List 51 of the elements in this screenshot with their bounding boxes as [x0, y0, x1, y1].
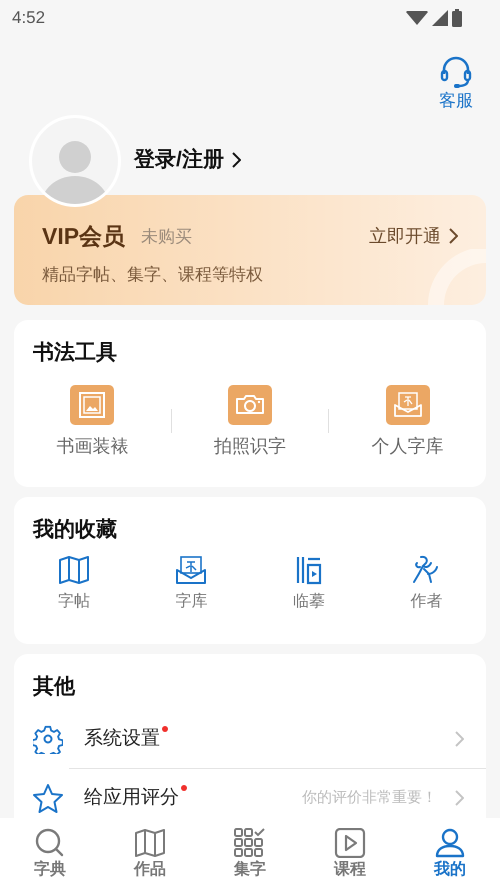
tool-item[interactable]: 拍照识字 — [172, 385, 328, 460]
tab-bar-item[interactable]: 我的 — [400, 828, 500, 889]
favorite-item[interactable]: 字帖 — [15, 554, 132, 614]
section-title: 书法工具 — [32, 340, 118, 366]
font-library-icon — [386, 385, 430, 425]
settings-row[interactable]: 给应用评分 你的评价非常重要！ — [14, 769, 486, 818]
grid-check-icon — [234, 828, 266, 858]
battery-icon — [452, 8, 462, 26]
play-icon — [334, 828, 366, 858]
row-hint: 你的评价非常重要！ — [302, 788, 437, 808]
person-icon — [435, 828, 465, 858]
row-label: 系统设置 — [84, 726, 160, 751]
search-icon — [35, 828, 65, 858]
favorite-item[interactable]: 作者 — [368, 554, 485, 614]
vip-status: 未购买 — [141, 226, 192, 248]
favorite-item[interactable]: 临摹 — [250, 554, 368, 614]
tool-item[interactable]: 书画装裱 — [14, 385, 171, 460]
headset-icon — [440, 56, 472, 90]
chevron-right-icon — [455, 790, 464, 806]
tab-bar-item[interactable]: 作品 — [100, 828, 200, 889]
settings-icon — [33, 724, 63, 754]
avatar[interactable] — [32, 118, 118, 204]
activate-link[interactable]: 立即开通 — [369, 222, 458, 250]
tab-bar-item[interactable]: 课程 — [300, 828, 400, 889]
settings-row[interactable]: 系统设置 — [14, 710, 486, 768]
customer-service-button[interactable]: 客服 — [439, 56, 473, 112]
vip-title: VIP会员 — [42, 222, 126, 251]
camera-icon — [228, 385, 272, 425]
signal-icon — [432, 10, 448, 26]
copy-practice-icon — [296, 555, 322, 585]
tab-bar-item[interactable]: 字典 — [0, 828, 100, 889]
map-icon — [134, 828, 166, 858]
section-title: 我的收藏 — [32, 517, 118, 543]
map-icon — [58, 555, 90, 585]
row-label: 给应用评分 — [84, 786, 179, 810]
wifi-icon — [406, 10, 428, 24]
decorative-arc — [428, 249, 486, 305]
chevron-right-icon — [232, 152, 241, 168]
favorite-item[interactable]: 字库 — [132, 554, 250, 614]
font-library-icon — [175, 555, 208, 585]
vip-card[interactable]: VIP会员 未购买 立即开通 精品字帖、集字、课程等特权 — [14, 195, 486, 305]
login-link[interactable]: 登录/注册 — [134, 144, 241, 176]
star-icon — [33, 783, 63, 813]
chevron-right-icon — [455, 731, 464, 747]
chevron-right-icon — [449, 228, 458, 244]
vip-description: 精品字帖、集字、课程等特权 — [42, 264, 264, 286]
tool-item[interactable]: 个人字库 — [329, 385, 486, 460]
picture-frame-icon — [70, 385, 114, 425]
status-time: 4:52 — [12, 6, 46, 29]
tab-bar-item[interactable]: 集字 — [200, 828, 300, 889]
section-title: 其他 — [32, 674, 76, 700]
